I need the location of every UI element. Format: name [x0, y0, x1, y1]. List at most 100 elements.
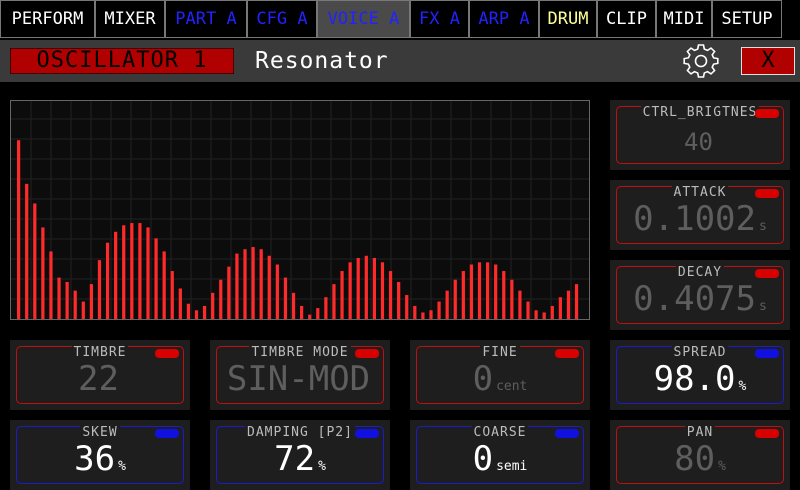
- gear-icon[interactable]: [683, 44, 719, 80]
- param-indicator: [755, 349, 779, 358]
- spectrum-bar: [477, 262, 482, 319]
- param-indicator: [355, 349, 379, 358]
- spectrum-bar: [308, 314, 312, 319]
- param-value: 22: [78, 359, 119, 399]
- spectrum-bar: [251, 247, 255, 319]
- tab-setup[interactable]: SETUP: [712, 0, 782, 38]
- spectrum-bar: [105, 242, 110, 319]
- param-frame: FINE 0 cent: [416, 345, 584, 404]
- param-attack[interactable]: ATTACK 0.1002 s: [610, 180, 790, 250]
- spectrum-bar: [243, 249, 247, 319]
- spectrum-chart: [11, 101, 589, 319]
- spectrum-bar: [324, 297, 328, 319]
- spectrum-bar: [453, 279, 457, 319]
- tab-part-a[interactable]: PART A: [165, 0, 247, 38]
- tab-label: CFG A: [256, 9, 308, 29]
- param-value: 36%: [74, 439, 126, 479]
- spectrum-bar: [291, 292, 296, 319]
- spectrum-bar: [122, 225, 126, 319]
- tab-label: CLIP: [606, 9, 647, 29]
- param-value: SIN-MOD: [226, 359, 371, 399]
- tab-drum[interactable]: DRUM: [539, 0, 597, 38]
- spectrum-bar: [510, 279, 514, 319]
- spectrum-bar: [186, 303, 191, 319]
- spectrum-bar: [332, 284, 336, 319]
- param-indicator: [155, 349, 179, 358]
- spectrum-bar: [574, 284, 579, 319]
- tab-voice-a[interactable]: VOICE A: [317, 0, 410, 38]
- spectrum-bar: [429, 310, 433, 319]
- param-ctrl-brightness[interactable]: CTRL_BRIGTNES 40: [610, 100, 790, 170]
- param-frame: COARSE 0 semi: [416, 425, 584, 484]
- param-frame: SPREAD 98.0%: [616, 345, 784, 404]
- param-value: 0 cent: [472, 359, 528, 399]
- tab-midi[interactable]: MIDI: [656, 0, 712, 38]
- tab-label: MIXER: [104, 9, 156, 29]
- spectrum-display: [10, 100, 590, 320]
- spectrum-bar: [550, 305, 554, 319]
- param-decay[interactable]: DECAY 0.4075 s: [610, 260, 790, 330]
- spectrum-bar: [469, 264, 474, 319]
- tab-fx-a[interactable]: FX A: [410, 0, 469, 38]
- param-fine[interactable]: FINE 0 cent: [410, 340, 590, 410]
- spectrum-bar: [518, 290, 522, 319]
- spectrum-bar: [526, 301, 530, 319]
- param-frame: TIMBRE MODE SIN-MOD: [216, 345, 384, 404]
- spectrum-bar: [73, 290, 77, 319]
- param-value: 40: [684, 128, 713, 156]
- spectrum-bar: [227, 266, 231, 319]
- oscillator-selector[interactable]: OSCILLATOR 1: [10, 48, 234, 74]
- spectrum-bar: [114, 231, 118, 319]
- tab-mixer[interactable]: MIXER: [95, 0, 165, 38]
- spectrum-bar: [461, 271, 465, 319]
- spectrum-bar: [485, 262, 490, 319]
- spectrum-bar: [17, 140, 21, 319]
- param-frame: ATTACK 0.1002 s: [616, 185, 784, 244]
- spectrum-bar: [41, 227, 45, 319]
- tab-perform[interactable]: PERFORM: [0, 0, 95, 38]
- spectrum-bar: [405, 295, 409, 319]
- spectrum-bar: [89, 284, 94, 319]
- param-indicator: [555, 429, 579, 438]
- tab-bar: PERFORM MIXER PART A CFG A VOICE A FX A …: [0, 0, 800, 40]
- spectrum-bar: [388, 271, 393, 319]
- spectrum-bar: [57, 277, 61, 319]
- spectrum-bar: [194, 310, 199, 319]
- spectrum-bar: [65, 281, 69, 319]
- close-button[interactable]: X: [741, 47, 795, 75]
- spectrum-bar: [33, 203, 37, 319]
- spectrum-bar: [380, 262, 385, 319]
- spectrum-bar: [494, 264, 498, 319]
- spectrum-bar: [138, 223, 142, 319]
- spectrum-bar: [211, 292, 215, 319]
- spectrum-bar: [542, 312, 546, 319]
- param-spread[interactable]: SPREAD 98.0%: [610, 340, 790, 410]
- param-indicator: [755, 109, 779, 118]
- tab-clip[interactable]: CLIP: [597, 0, 656, 38]
- spectrum-bar: [219, 279, 223, 319]
- spectrum-bar: [566, 290, 571, 319]
- spectrum-bar: [316, 308, 320, 319]
- tab-label: DRUM: [547, 9, 589, 29]
- param-frame: SKEW 36%: [16, 425, 184, 484]
- spectrum-bar: [162, 251, 166, 319]
- spectrum-bar: [178, 288, 182, 319]
- spectrum-bar: [235, 253, 239, 319]
- spectrum-bar: [275, 264, 279, 319]
- tab-label: PART A: [175, 9, 237, 29]
- param-frame: CTRL_BRIGTNES 40: [616, 105, 784, 164]
- spectrum-bar: [300, 305, 304, 319]
- tab-cfg-a[interactable]: CFG A: [247, 0, 317, 38]
- param-indicator: [355, 429, 379, 438]
- param-frame: TIMBRE 22: [16, 345, 184, 404]
- param-value: 0.4075 s: [633, 279, 767, 319]
- spectrum-bar: [558, 297, 562, 319]
- tab-arp-a[interactable]: ARP A: [469, 0, 539, 38]
- spectrum-bar: [397, 281, 401, 319]
- param-timbre-mode[interactable]: TIMBRE MODE SIN-MOD: [210, 340, 390, 410]
- param-timbre[interactable]: TIMBRE 22: [10, 340, 190, 410]
- spectrum-bar: [202, 305, 207, 319]
- param-indicator: [155, 429, 179, 438]
- param-value: 0 semi: [472, 439, 528, 479]
- param-frame: DECAY 0.4075 s: [616, 265, 784, 324]
